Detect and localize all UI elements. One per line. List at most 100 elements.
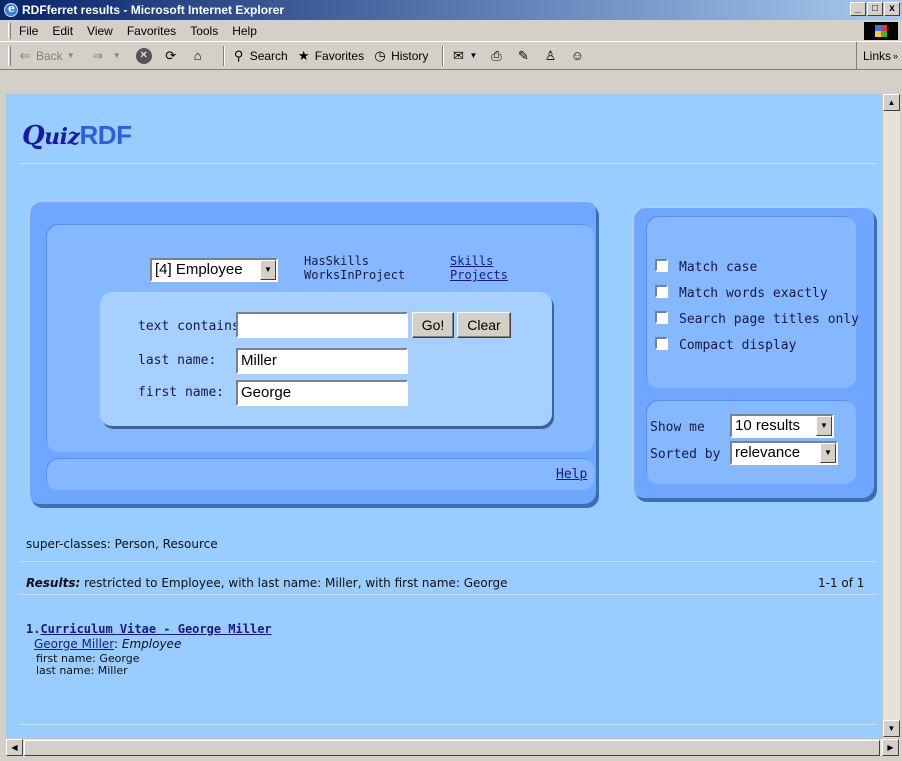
favorites-icon: ★ <box>297 47 310 63</box>
links-toolbar[interactable]: Links» <box>856 42 902 69</box>
quizrdf-logo: QuizRDF <box>22 120 132 151</box>
menu-edit[interactable]: Edit <box>52 24 73 38</box>
chevron-down-icon[interactable]: ▼ <box>816 416 832 436</box>
divider <box>20 163 876 164</box>
results-label: Results: <box>26 576 81 590</box>
horizontal-scroll-thumb[interactable] <box>24 740 880 756</box>
class-select[interactable]: [4] Employee ▼ <box>150 258 278 282</box>
back-button[interactable]: ⇐ Back ▼ <box>17 48 82 64</box>
stop-button[interactable]: ✕ <box>135 47 155 64</box>
divider <box>20 724 876 725</box>
refresh-button[interactable]: ⟳ <box>163 48 182 64</box>
titles-only-label: Search page titles only <box>679 312 860 327</box>
clear-button[interactable]: Clear <box>457 312 511 338</box>
result-item: 1.Curriculum Vitae - George Miller <box>26 622 272 636</box>
property-worksinproject: WorksInProject <box>304 268 406 282</box>
discuss-button[interactable]: ♙ <box>542 48 561 64</box>
mail-icon: ✉ <box>452 47 464 63</box>
title-bar: RDFferret results - Microsoft Internet E… <box>0 0 902 20</box>
scroll-down-arrow-icon[interactable]: ▼ <box>883 720 900 737</box>
forward-button[interactable]: ⇒ ▼ <box>90 48 128 64</box>
chevron-down-icon: ▼ <box>112 50 121 60</box>
divider <box>20 561 876 562</box>
minimize-button[interactable]: _ <box>850 2 866 16</box>
mail-button[interactable]: ✉ ▼ <box>450 48 480 64</box>
windows-logo-icon <box>864 22 898 40</box>
print-icon: ⎙ <box>491 47 502 63</box>
menu-file[interactable]: File <box>19 24 38 38</box>
first-name-label: first name: <box>138 385 225 400</box>
chevron-down-icon: ▼ <box>469 50 478 60</box>
show-me-label: Show me <box>650 420 705 435</box>
results-per-page-select[interactable]: 10 results ▼ <box>730 414 834 438</box>
property-list: HasSkills WorksInProject <box>304 254 405 282</box>
maximize-button[interactable]: □ <box>867 2 883 16</box>
results-count: 1-1 of 1 <box>818 576 865 590</box>
home-icon: ⌂ <box>193 47 202 63</box>
chevron-down-icon: ▼ <box>66 50 75 60</box>
compact-display-label: Compact display <box>679 338 797 353</box>
back-arrow-icon: ⇐ <box>19 47 31 63</box>
result-entity-line: George Miller: Employee <box>34 637 182 651</box>
edit-button[interactable]: ✎ <box>515 48 534 64</box>
results-summary-text: restricted to Employee, with last name: … <box>80 576 508 590</box>
match-case-checkbox[interactable] <box>655 259 668 272</box>
property-hasskills: HasSkills <box>304 254 370 268</box>
text-contains-input[interactable] <box>236 312 408 338</box>
help-link[interactable]: Help <box>556 467 587 482</box>
toolbar: ⇐ Back ▼ ⇒ ▼ ✕ ⟳ ⌂ ⚲ Search ★ Favorites … <box>0 42 902 70</box>
page-viewport: QuizRDF [4] Employee ▼ HasSkills WorksIn… <box>6 94 882 738</box>
favorites-button[interactable]: ★ Favorites <box>296 48 364 64</box>
vertical-scrollbar[interactable]: ▲ ▼ <box>882 94 900 738</box>
first-name-input[interactable]: George <box>236 380 408 406</box>
window-title: RDFferret results - Microsoft Internet E… <box>22 3 285 17</box>
match-words-label: Match words exactly <box>679 286 828 301</box>
sort-order-select[interactable]: relevance ▼ <box>730 441 838 465</box>
home-button[interactable]: ⌂ <box>190 48 209 64</box>
menu-tools[interactable]: Tools <box>190 24 218 38</box>
chevron-down-icon[interactable]: ▼ <box>820 443 836 463</box>
menu-bar: File Edit View Favorites Tools Help <box>0 20 902 42</box>
scroll-right-arrow-icon[interactable]: ▶ <box>882 739 899 756</box>
edit-icon: ✎ <box>517 47 529 63</box>
horizontal-scrollbar[interactable]: ◀ ▶ <box>6 738 900 756</box>
titles-only-checkbox[interactable] <box>655 311 668 324</box>
menu-view[interactable]: View <box>87 24 113 38</box>
forward-arrow-icon: ⇒ <box>92 47 104 63</box>
superclasses-text: super-classes: Person, Resource <box>26 537 218 551</box>
scroll-up-arrow-icon[interactable]: ▲ <box>883 94 900 111</box>
result-number: 1. <box>26 622 41 636</box>
history-button[interactable]: ◷ History <box>372 48 428 64</box>
results-summary: Results: restricted to Employee, with la… <box>26 576 508 590</box>
text-contains-label: text contains: <box>138 319 248 334</box>
close-button[interactable]: x <box>884 2 900 16</box>
result-last-name: last name: Miller <box>36 664 128 677</box>
chevron-right-icon: » <box>893 50 899 61</box>
messenger-button[interactable]: ☺ <box>569 48 588 64</box>
result-title-link[interactable]: Curriculum Vitae - George Miller <box>40 622 271 636</box>
skills-link[interactable]: Skills <box>450 254 508 268</box>
menu-help[interactable]: Help <box>232 24 257 38</box>
messenger-icon: ☺ <box>570 47 585 63</box>
menu-favorites[interactable]: Favorites <box>127 24 176 38</box>
scroll-left-arrow-icon[interactable]: ◀ <box>6 739 23 756</box>
projects-link[interactable]: Projects <box>450 268 508 282</box>
last-name-label: last name: <box>138 353 217 368</box>
result-entity-link[interactable]: George Miller <box>34 637 114 651</box>
last-name-input[interactable]: Miller <box>236 348 408 374</box>
compact-display-checkbox[interactable] <box>655 337 668 350</box>
chevron-down-icon[interactable]: ▼ <box>260 260 276 280</box>
match-case-label: Match case <box>679 260 758 275</box>
refresh-icon: ⟳ <box>165 47 177 63</box>
sorted-by-label: Sorted by <box>650 447 721 462</box>
search-icon: ⚲ <box>233 47 244 63</box>
stop-icon: ✕ <box>135 47 152 64</box>
match-words-checkbox[interactable] <box>655 285 668 298</box>
history-icon: ◷ <box>374 47 386 63</box>
result-entity-type: Employee <box>121 637 182 651</box>
ie-icon <box>4 2 18 17</box>
go-button[interactable]: Go! <box>412 312 454 338</box>
search-button[interactable]: ⚲ Search <box>231 48 288 64</box>
print-button[interactable]: ⎙ <box>488 48 507 64</box>
divider <box>20 594 876 595</box>
